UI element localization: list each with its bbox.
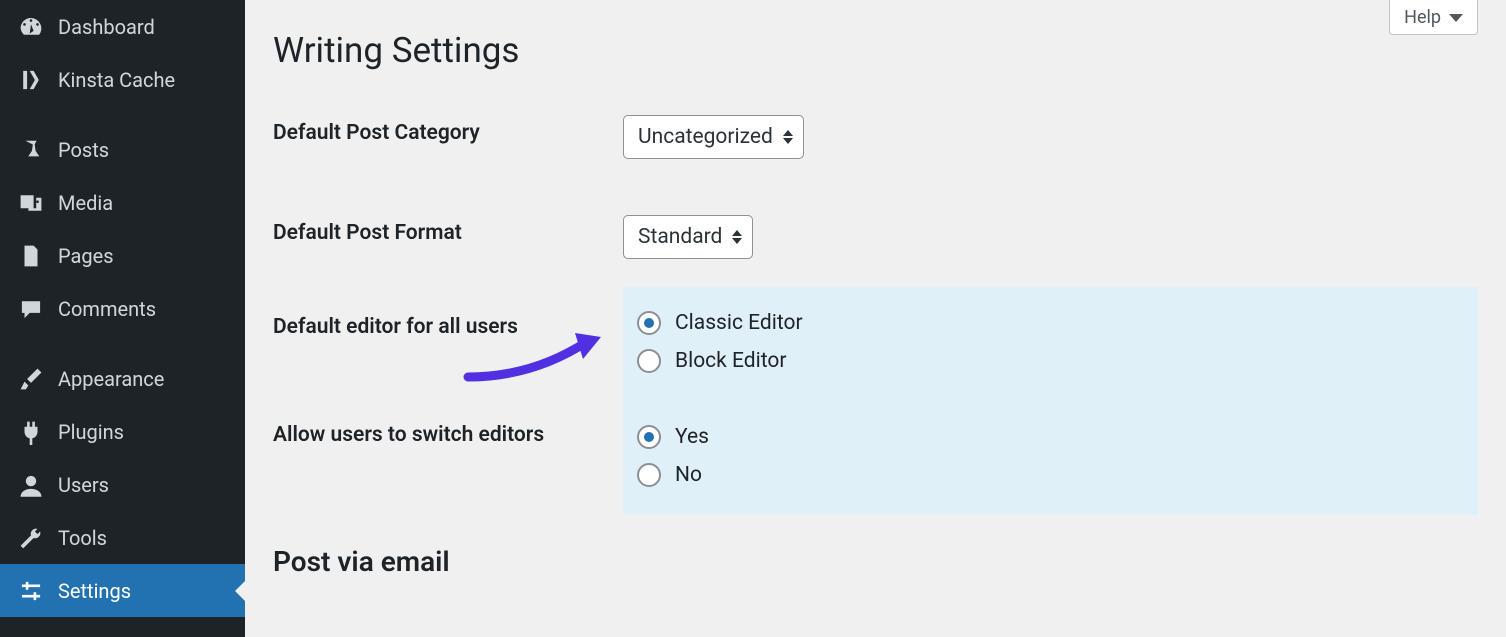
kinsta-icon — [18, 67, 44, 93]
radio-allow-switch-no[interactable]: No — [637, 463, 1454, 487]
settings-form: Default Post Category Uncategorized Defa… — [273, 115, 1478, 515]
radio-icon — [637, 463, 661, 487]
radio-allow-switch-yes[interactable]: Yes — [637, 425, 1454, 449]
sidebar-item-comments[interactable]: Comments — [0, 282, 245, 335]
radio-label: No — [675, 463, 702, 487]
row-label-allow-switch: Allow users to switch editors — [273, 401, 623, 515]
default-post-format-select[interactable]: Standard — [623, 215, 753, 259]
chevron-down-icon — [1449, 14, 1463, 22]
sidebar-item-posts[interactable]: Posts — [0, 123, 245, 176]
sidebar-label: Tools — [58, 526, 107, 550]
radio-label: Block Editor — [675, 349, 786, 373]
sidebar-label: Settings — [58, 579, 131, 603]
row-label-default-format: Default Post Format — [273, 215, 623, 259]
comment-icon — [18, 296, 44, 322]
admin-sidebar: Dashboard Kinsta Cache Posts Media Pages… — [0, 0, 245, 637]
sidebar-label: Kinsta Cache — [58, 68, 175, 92]
sidebar-separator — [0, 335, 245, 352]
sidebar-item-media[interactable]: Media — [0, 176, 245, 229]
sidebar-item-dashboard[interactable]: Dashboard — [0, 0, 245, 53]
radio-block-editor[interactable]: Block Editor — [637, 349, 1454, 373]
sidebar-label: Comments — [58, 297, 156, 321]
radio-label: Classic Editor — [675, 311, 803, 335]
sidebar-item-plugins[interactable]: Plugins — [0, 405, 245, 458]
pin-icon — [18, 137, 44, 163]
pages-icon — [18, 243, 44, 269]
sidebar-separator — [0, 106, 245, 123]
sidebar-label: Pages — [58, 244, 114, 268]
plug-icon — [18, 419, 44, 445]
content-area: Help Writing Settings Default Post Categ… — [245, 0, 1506, 637]
sidebar-label: Media — [58, 191, 113, 215]
row-label-default-category: Default Post Category — [273, 115, 623, 159]
sidebar-label: Posts — [58, 138, 109, 162]
dashboard-icon — [18, 14, 44, 40]
help-label: Help — [1404, 7, 1441, 28]
row-label-default-editor: Default editor for all users — [273, 287, 623, 401]
wrench-icon — [18, 525, 44, 551]
user-icon — [18, 472, 44, 498]
page-title: Writing Settings — [273, 30, 1478, 71]
sidebar-label: Dashboard — [58, 15, 155, 39]
brush-icon — [18, 366, 44, 392]
radio-icon — [637, 311, 661, 335]
radio-classic-editor[interactable]: Classic Editor — [637, 311, 1454, 335]
sidebar-item-appearance[interactable]: Appearance — [0, 352, 245, 405]
select-value: Uncategorized — [638, 125, 773, 149]
section-title-post-via-email: Post via email — [273, 545, 1478, 578]
media-icon — [18, 190, 44, 216]
sidebar-item-pages[interactable]: Pages — [0, 229, 245, 282]
sidebar-item-users[interactable]: Users — [0, 458, 245, 511]
radio-icon — [637, 349, 661, 373]
radio-label: Yes — [675, 425, 709, 449]
sidebar-item-kinsta-cache[interactable]: Kinsta Cache — [0, 53, 245, 106]
sidebar-item-tools[interactable]: Tools — [0, 511, 245, 564]
sidebar-label: Plugins — [58, 420, 124, 444]
sidebar-label: Appearance — [58, 367, 164, 391]
help-tab[interactable]: Help — [1389, 0, 1478, 35]
radio-icon — [637, 425, 661, 449]
sidebar-label: Users — [58, 473, 109, 497]
default-post-category-select[interactable]: Uncategorized — [623, 115, 804, 159]
select-value: Standard — [638, 225, 722, 249]
sidebar-item-settings[interactable]: Settings — [0, 564, 245, 617]
sliders-icon — [18, 578, 44, 604]
updown-icon — [732, 230, 742, 244]
updown-icon — [783, 130, 793, 144]
